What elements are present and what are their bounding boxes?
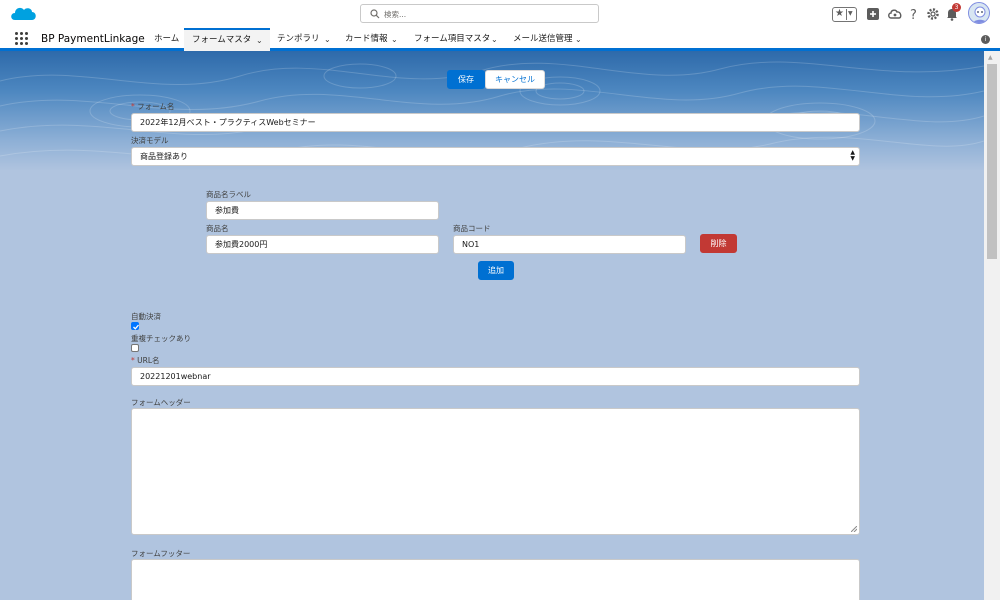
- tab-label: テンポラリ: [277, 34, 320, 44]
- page-scrollbar[interactable]: ▲: [984, 51, 1000, 600]
- chevron-down-icon[interactable]: ⌄: [391, 28, 398, 51]
- favorites-button[interactable]: ★ ▼: [832, 7, 857, 22]
- add-button[interactable]: 追加: [478, 261, 514, 280]
- payment-model-label: 決済モデル: [131, 136, 169, 145]
- chevron-down-icon[interactable]: ⌄: [256, 30, 263, 51]
- svg-text:?: ?: [910, 8, 917, 22]
- user-avatar-icon: [972, 6, 988, 23]
- delete-button[interactable]: 削除: [700, 234, 737, 253]
- save-button[interactable]: 保存: [447, 70, 485, 89]
- tab-label: フォーム項目マスタ: [414, 34, 491, 44]
- product-code-input[interactable]: NO1: [453, 235, 686, 254]
- app-name: BP PaymentLinkage: [41, 33, 145, 45]
- form-name-label: * フォーム名: [131, 101, 174, 112]
- tab-home[interactable]: ホーム: [146, 28, 184, 51]
- tab-form-master[interactable]: フォームマスタ ⌄: [184, 28, 270, 51]
- required-mark: *: [131, 102, 135, 111]
- trailhead-cloud-icon[interactable]: [887, 6, 903, 22]
- search-input[interactable]: 検索...: [360, 4, 599, 23]
- select-arrows-icon: ▲ ▼: [850, 149, 855, 162]
- tab-label: カード情報: [345, 34, 388, 44]
- notification-badge: 3: [952, 3, 961, 12]
- cancel-button[interactable]: キャンセル: [485, 70, 545, 89]
- payment-model-value: 商品登録あり: [140, 152, 188, 161]
- info-icon[interactable]: i: [981, 35, 990, 44]
- chevron-down-icon: ▼: [848, 10, 853, 17]
- scroll-up-icon[interactable]: ▲: [988, 54, 993, 61]
- auto-payment-label: 自動決済: [131, 312, 161, 321]
- chevron-down-icon[interactable]: ⌄: [324, 28, 331, 51]
- form-header-textarea[interactable]: [131, 408, 860, 535]
- salesforce-logo[interactable]: [9, 5, 37, 23]
- tab-card-info[interactable]: カード情報 ⌄: [338, 28, 406, 51]
- tab-mail-management[interactable]: メール送信管理 ⌄: [504, 28, 590, 51]
- tab-label: ホーム: [154, 34, 180, 44]
- product-label-label: 商品名ラベル: [206, 190, 251, 199]
- scrollbar-thumb[interactable]: [987, 64, 997, 259]
- tab-temporary[interactable]: テンポラリ ⌄: [270, 28, 338, 51]
- help-icon[interactable]: ?: [906, 6, 922, 22]
- form-name-input[interactable]: 2022年12月ベスト・プラクティスWebセミナー: [131, 113, 860, 132]
- product-name-input[interactable]: 参加費2000円: [206, 235, 439, 254]
- form-header-label: フォームヘッダー: [131, 398, 191, 407]
- url-name-input[interactable]: 20221201webnar: [131, 367, 860, 386]
- url-name-label: * URL名: [131, 355, 160, 366]
- check-icon: [133, 324, 139, 330]
- form-footer-label: フォームフッター: [131, 549, 191, 558]
- app-launcher-icon[interactable]: [15, 32, 29, 46]
- form-name-label-text: フォーム名: [137, 102, 175, 111]
- global-create-icon[interactable]: [865, 6, 881, 22]
- dup-check-checkbox[interactable]: [131, 344, 139, 352]
- url-name-label-text: URL名: [137, 356, 160, 365]
- search-icon: [370, 9, 380, 19]
- product-code-label: 商品コード: [453, 224, 491, 233]
- auto-payment-checkbox[interactable]: [131, 322, 139, 330]
- tab-form-item-master[interactable]: フォーム項目マスタ ⌄: [406, 28, 504, 51]
- product-name-label: 商品名: [206, 224, 229, 233]
- form-footer-textarea[interactable]: [131, 559, 860, 600]
- divider: [846, 9, 847, 20]
- tab-label: メール送信管理: [513, 34, 573, 44]
- global-header: 検索... ★ ▼ ? 3: [0, 0, 1000, 28]
- gear-icon[interactable]: [925, 6, 941, 22]
- product-label-input[interactable]: 参加費: [206, 201, 439, 220]
- tab-label: フォームマスタ: [192, 35, 252, 45]
- chevron-down-icon[interactable]: ⌄: [575, 28, 582, 51]
- search-placeholder: 検索...: [384, 10, 407, 19]
- app-navigation: BP PaymentLinkage ホーム フォームマスタ ⌄ テンポラリ ⌄ …: [0, 28, 1000, 51]
- dup-check-label: 重複チェックあり: [131, 334, 191, 343]
- chevron-down-icon[interactable]: ⌄: [491, 28, 498, 51]
- resize-handle-icon[interactable]: [851, 526, 857, 532]
- avatar[interactable]: [968, 2, 990, 24]
- required-mark: *: [131, 356, 135, 365]
- payment-model-select[interactable]: 商品登録あり ▲ ▼: [131, 147, 860, 166]
- star-icon: ★: [835, 8, 844, 19]
